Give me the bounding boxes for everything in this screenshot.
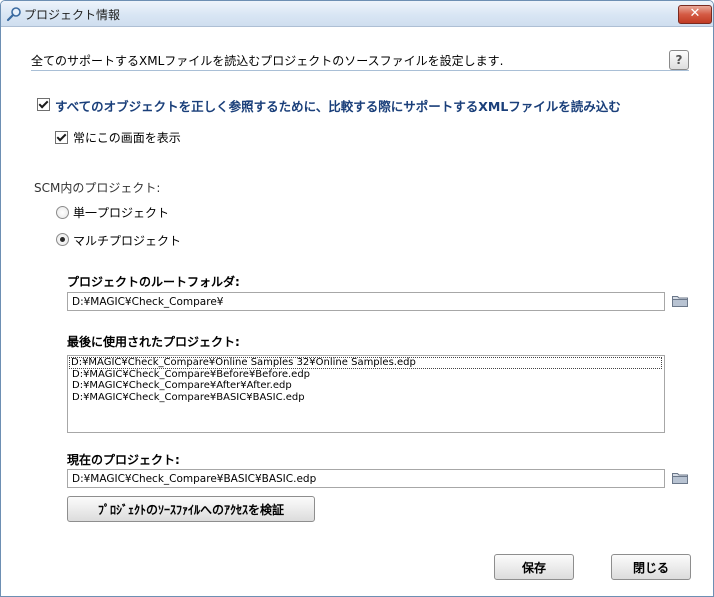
header-description: 全てのサポートするXMLファイルを読込むプロジェクトのソースファイルを設定します… [31,54,504,68]
window-close-button[interactable]: ✕ [678,5,712,24]
browse-current-project-icon[interactable] [672,472,688,484]
multi-project-label[interactable]: マルチプロジェクト [73,232,181,249]
current-project-label: 現在のプロジェクト: [67,453,180,467]
verify-access-button[interactable]: ﾌﾟﾛｼﾞｪｸﾄのｿｰｽﾌｧｲﾙへのｱｸｾｽを検証 [67,496,315,522]
load-xml-checkbox[interactable] [37,98,50,111]
close-button[interactable]: 閉じる [611,554,691,580]
recent-projects-list[interactable]: D:¥MAGIC¥Check_Compare¥Online Samples 32… [67,355,665,433]
recent-projects-label: 最後に使用されたプロジェクト: [67,335,240,349]
project-magnifier-icon [6,7,21,22]
single-project-radio[interactable] [56,206,69,219]
help-button[interactable]: ? [669,50,689,70]
title-bar[interactable]: プロジェクト情報 ✕ [1,1,713,27]
multi-project-radio[interactable] [56,233,69,246]
project-info-dialog: プロジェクト情報 ✕ 全てのサポートするXMLファイルを読込むプロジェクトのソー… [0,0,714,597]
dialog-body: 全てのサポートするXMLファイルを読込むプロジェクトのソースファイルを設定します… [1,27,713,596]
browse-root-folder-icon[interactable] [672,295,688,307]
always-show-checkbox[interactable] [55,131,68,144]
current-project-input[interactable]: D:¥MAGIC¥Check_Compare¥BASIC¥BASIC.edp [67,469,665,488]
scm-group-label: SCM内のプロジェクト: [34,181,161,195]
recent-project-item[interactable]: D:¥MAGIC¥Check_Compare¥After¥After.edp [68,380,664,392]
root-folder-input[interactable]: D:¥MAGIC¥Check_Compare¥ [67,292,665,311]
recent-project-item[interactable]: D:¥MAGIC¥Check_Compare¥Online Samples 32… [69,357,662,369]
root-folder-label: プロジェクトのルートフォルダ: [67,275,240,289]
close-icon: ✕ [689,6,701,21]
help-icon: ? [675,53,683,67]
always-show-label[interactable]: 常にこの画面を表示 [73,129,181,146]
window-title: プロジェクト情報 [24,8,121,22]
save-button[interactable]: 保存 [494,554,574,580]
recent-project-item[interactable]: D:¥MAGIC¥Check_Compare¥BASIC¥BASIC.edp [68,392,664,404]
header-divider [31,70,689,71]
load-xml-label[interactable]: すべてのオブジェクトを正しく参照するために、比較する際にサポートするXMLファイ… [55,96,621,115]
recent-project-item[interactable]: D:¥MAGIC¥Check_Compare¥Before¥Before.edp [68,369,664,381]
single-project-label[interactable]: 単一プロジェクト [73,204,169,221]
